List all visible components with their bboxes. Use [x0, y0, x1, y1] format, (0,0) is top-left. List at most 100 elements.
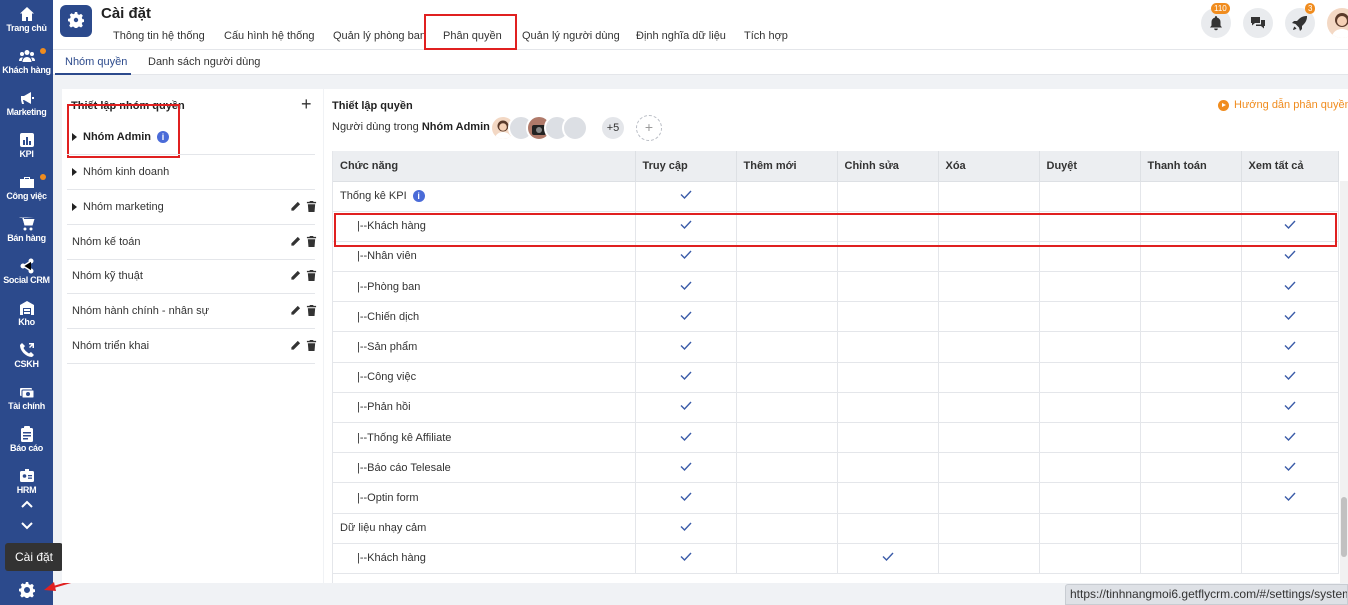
permission-checkbox-cell[interactable] [635, 331, 737, 363]
permission-checkbox-cell[interactable] [1039, 181, 1141, 212]
permission-checkbox-cell[interactable] [837, 452, 939, 484]
permission-checkbox-cell[interactable] [1140, 181, 1242, 212]
sidebar-item-khách-hàng[interactable]: Khách hàng [0, 44, 53, 84]
trash-icon[interactable] [306, 340, 317, 354]
guide-link[interactable]: Hướng dẫn phân quyền [1218, 99, 1348, 111]
group-row[interactable]: Nhóm Admin i [67, 120, 315, 155]
sidebar-item-social-crm[interactable]: Social CRM [0, 254, 53, 294]
add-user-button[interactable]: + [636, 115, 662, 141]
permission-checkbox-cell[interactable] [938, 452, 1040, 484]
pencil-icon[interactable] [290, 236, 301, 250]
trash-icon[interactable] [306, 305, 317, 319]
tab-tích-hợp[interactable]: Tích hợp [744, 30, 788, 42]
chat-button[interactable] [1243, 8, 1273, 38]
permission-checkbox-cell[interactable] [938, 422, 1040, 454]
permission-checkbox-cell[interactable] [1039, 482, 1141, 514]
trash-icon[interactable] [306, 201, 317, 215]
permission-checkbox-cell[interactable] [938, 331, 1040, 363]
permission-checkbox-cell[interactable] [1140, 452, 1242, 484]
permission-checkbox-cell[interactable] [938, 271, 1040, 303]
permission-checkbox-cell[interactable] [837, 331, 939, 363]
subtab-user-list[interactable]: Danh sách người dùng [148, 56, 260, 68]
pencil-icon[interactable] [290, 270, 301, 284]
permission-checkbox-cell[interactable] [1241, 513, 1339, 544]
permission-checkbox-cell[interactable] [1039, 271, 1141, 303]
tab-thông-tin-hệ-thống[interactable]: Thông tin hệ thống [113, 30, 205, 42]
sidebar-item-báo-cáo[interactable]: Báo cáo [0, 422, 53, 462]
caret-right-icon[interactable] [72, 168, 77, 176]
permission-checkbox-cell[interactable] [1140, 271, 1242, 303]
permission-checkbox-cell[interactable] [1039, 452, 1141, 484]
permission-checkbox-cell[interactable] [736, 543, 838, 574]
permission-checkbox-cell[interactable] [736, 482, 838, 514]
group-name[interactable]: Nhóm marketing [83, 201, 164, 213]
permission-checkbox-cell[interactable] [1039, 422, 1141, 454]
permission-checkbox-cell[interactable] [736, 362, 838, 393]
scrollbar-thumb[interactable] [1341, 497, 1347, 557]
sidebar-item-trang-chủ[interactable]: Trang chủ [0, 2, 53, 42]
permission-checkbox-cell[interactable] [635, 543, 737, 574]
permission-checkbox-cell[interactable] [1039, 543, 1141, 574]
permission-checkbox-cell[interactable] [736, 301, 838, 333]
tab-quản-lý-phòng-ban[interactable]: Quản lý phòng ban [333, 30, 426, 42]
permission-checkbox-cell[interactable] [1241, 392, 1339, 424]
pencil-icon[interactable] [290, 201, 301, 215]
permission-checkbox-cell[interactable] [1140, 543, 1242, 574]
sidebar-item-cskh[interactable]: CSKH [0, 338, 53, 378]
permission-checkbox-cell[interactable] [635, 181, 737, 212]
permission-checkbox-cell[interactable] [1241, 452, 1339, 484]
permission-checkbox-cell[interactable] [837, 422, 939, 454]
group-name[interactable]: Nhóm Admin i [83, 131, 170, 144]
permission-checkbox-cell[interactable] [1039, 362, 1141, 393]
permission-checkbox-cell[interactable] [1140, 331, 1242, 363]
permission-checkbox-cell[interactable] [837, 362, 939, 393]
permission-checkbox-cell[interactable] [736, 452, 838, 484]
user-avatar[interactable] [1327, 8, 1348, 38]
permission-checkbox-cell[interactable] [837, 271, 939, 303]
permission-checkbox-cell[interactable] [736, 513, 838, 544]
permission-checkbox-cell[interactable] [938, 181, 1040, 212]
sidebar-item-marketing[interactable]: Marketing [0, 86, 53, 126]
group-row[interactable]: Nhóm kế toán [67, 225, 317, 260]
permission-checkbox-cell[interactable] [736, 392, 838, 424]
permission-checkbox-cell[interactable] [837, 301, 939, 333]
info-icon[interactable]: i [412, 190, 425, 203]
group-row[interactable]: Nhóm marketing [67, 190, 317, 225]
group-name[interactable]: Nhóm hành chính - nhân sự [72, 305, 209, 317]
group-name[interactable]: Nhóm kế toán [72, 236, 140, 248]
group-row[interactable]: Nhóm kinh doanh [67, 155, 315, 190]
trash-icon[interactable] [306, 236, 317, 250]
tab-cấu-hình-hệ-thống[interactable]: Cấu hình hệ thống [224, 30, 315, 42]
notification-button[interactable]: 110 [1201, 3, 1231, 38]
more-users-button[interactable]: +5 [600, 115, 626, 141]
permission-checkbox-cell[interactable] [635, 362, 737, 393]
permission-checkbox-cell[interactable] [1140, 392, 1242, 424]
permission-checkbox-cell[interactable] [736, 271, 838, 303]
permission-checkbox-cell[interactable] [635, 271, 737, 303]
tab-quản-lý-người-dùng[interactable]: Quản lý người dùng [522, 30, 620, 42]
permission-checkbox-cell[interactable] [1039, 331, 1141, 363]
permission-checkbox-cell[interactable] [1039, 392, 1141, 424]
group-name[interactable]: Nhóm triển khai [72, 340, 149, 352]
sidebar-item-kpi[interactable]: KPI [0, 128, 53, 168]
group-row[interactable]: Nhóm triển khai [67, 329, 317, 364]
permission-checkbox-cell[interactable] [938, 301, 1040, 333]
permission-checkbox-cell[interactable] [837, 543, 939, 574]
permission-checkbox-cell[interactable] [938, 543, 1040, 574]
permission-checkbox-cell[interactable] [1140, 482, 1242, 514]
chevron-down-icon[interactable] [0, 520, 53, 534]
permission-checkbox-cell[interactable] [1241, 271, 1339, 303]
permission-checkbox-cell[interactable] [635, 482, 737, 514]
permission-checkbox-cell[interactable] [1140, 301, 1242, 333]
table-scrollbar[interactable] [1340, 181, 1348, 583]
permission-checkbox-cell[interactable] [938, 392, 1040, 424]
permission-checkbox-cell[interactable] [1140, 422, 1242, 454]
permission-checkbox-cell[interactable] [635, 392, 737, 424]
permission-checkbox-cell[interactable] [1241, 301, 1339, 333]
group-name[interactable]: Nhóm kinh doanh [83, 166, 169, 178]
permission-checkbox-cell[interactable] [1241, 331, 1339, 363]
permission-checkbox-cell[interactable] [736, 331, 838, 363]
pencil-icon[interactable] [290, 305, 301, 319]
caret-right-icon[interactable] [72, 203, 77, 211]
permission-checkbox-cell[interactable] [837, 181, 939, 212]
